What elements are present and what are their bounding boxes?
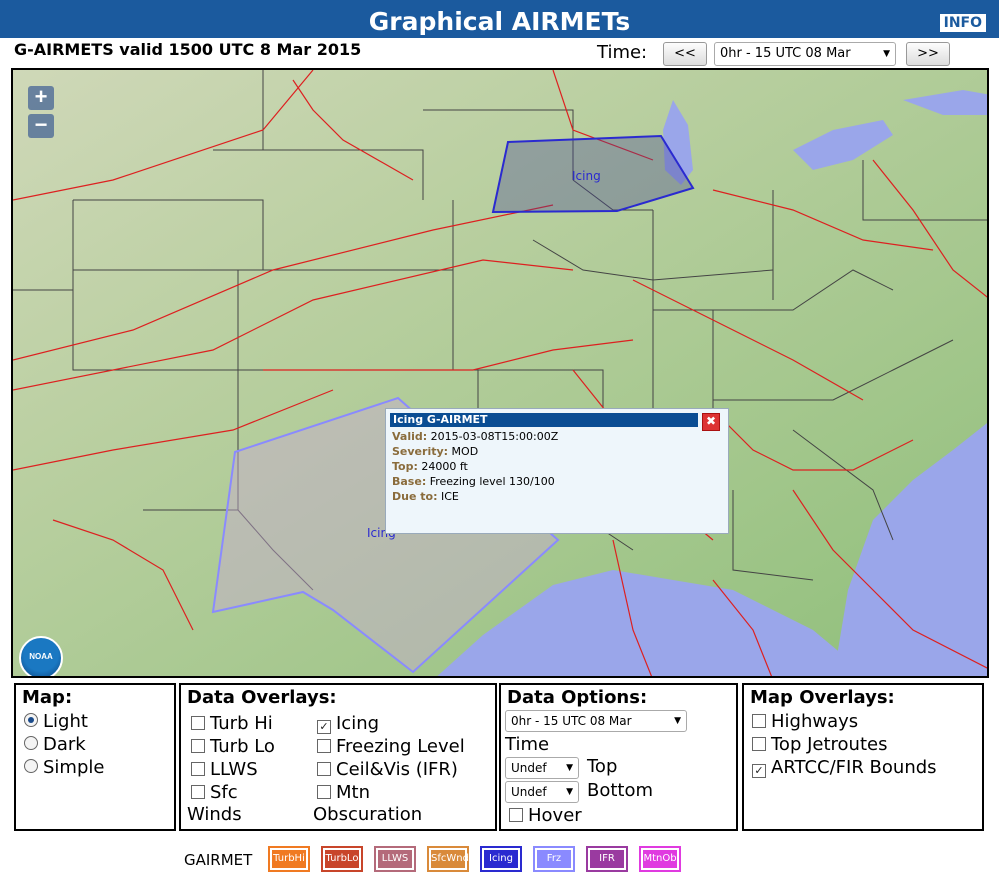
legend-item-ifr[interactable]: IFR (586, 846, 628, 872)
data-time-label: Time (505, 734, 550, 755)
legend-item-label: TurbHi (272, 850, 306, 868)
chevron-down-icon: ▼ (883, 49, 890, 59)
radio-icon[interactable] (24, 759, 38, 773)
checkbox-icon[interactable] (191, 785, 205, 799)
chevron-down-icon: ▼ (566, 763, 573, 773)
legend-item-turbhi[interactable]: TurbHi (268, 846, 310, 872)
map-panel-title: Map: (22, 687, 73, 708)
data-overlays-panel: Data Overlays: Turb Hi Turb Lo LLWS Sfc … (179, 683, 497, 831)
top-select[interactable]: Undef ▼ (505, 757, 579, 779)
noaa-logo-text: NOAA (29, 652, 53, 661)
legend-item-icing[interactable]: Icing (480, 846, 522, 872)
map-canvas[interactable]: Icing Icing (13, 70, 989, 678)
legend-item-sfcwnd[interactable]: SfcWnd (427, 846, 469, 872)
popup-row-valid: Valid: 2015-03-08T15:00:00Z (392, 430, 559, 443)
overlay-mtn-obscuration[interactable]: Mtn (317, 782, 370, 803)
time-select[interactable]: 0hr - 15 UTC 08 Mar ▼ (714, 42, 896, 66)
legend-item-label: Icing (484, 850, 518, 868)
overlay-sfc-winds-line2: Winds (187, 804, 242, 825)
checkbox-checked-icon[interactable]: ✓ (752, 764, 766, 778)
overlay-freezing-level[interactable]: Freezing Level (317, 736, 465, 757)
legend-label: GAIRMET (184, 851, 253, 869)
time-label: Time: (597, 42, 648, 63)
map-panel: Map: Light Dark Simple (14, 683, 176, 831)
page-title: Graphical AIRMETs (368, 7, 631, 36)
popup-title: Icing G-AIRMET (390, 413, 698, 427)
legend-item-label: IFR (590, 850, 624, 868)
map-overlays-title: Map Overlays: (750, 687, 895, 708)
popup-row-due-to: Due to: ICE (392, 490, 459, 503)
map-overlay-jetroutes[interactable]: Top Jetroutes (752, 734, 887, 755)
checkbox-icon[interactable] (317, 762, 331, 776)
map-view[interactable]: Icing Icing + − NOAA Icing G-AIRMET ✖ Va… (11, 68, 989, 678)
map-overlays-panel: Map Overlays: Highways Top Jetroutes ✓ AR… (742, 683, 984, 831)
legend-item-mtnob[interactable]: MtnOb (639, 846, 681, 872)
prev-time-button[interactable]: << (663, 42, 707, 66)
bottom-label: Bottom (587, 780, 654, 801)
map-option-simple[interactable]: Simple (24, 757, 104, 778)
checkbox-icon[interactable] (317, 739, 331, 753)
map-overlay-artcc[interactable]: ✓ ARTCC/FIR Bounds (752, 757, 937, 778)
airmet-popup: Icing G-AIRMET ✖ Valid: 2015-03-08T15:00… (385, 408, 729, 534)
data-options-panel: Data Options: 0hr - 15 UTC 08 Mar ▼ Time … (499, 683, 738, 831)
overlay-ceil-vis[interactable]: Ceil&Vis (IFR) (317, 759, 458, 780)
radio-icon[interactable] (24, 736, 38, 750)
info-button[interactable]: INFO (938, 13, 987, 33)
radio-selected-icon[interactable] (24, 713, 38, 727)
data-overlays-title: Data Overlays: (187, 687, 337, 708)
chevron-down-icon: ▼ (674, 716, 681, 726)
valid-time-text: G-AIRMETS valid 1500 UTC 8 Mar 2015 (14, 40, 362, 59)
overlay-sfc-winds[interactable]: Sfc (191, 782, 238, 803)
legend-item-label: LLWS (378, 850, 412, 868)
icing-area-north-label: Icing (572, 169, 601, 183)
popup-details: Valid: 2015-03-08T15:00:00Z Severity: MO… (392, 429, 558, 504)
hover-option[interactable]: Hover (509, 805, 582, 826)
checkbox-icon[interactable] (752, 737, 766, 751)
legend-item-label: Frz (537, 850, 571, 868)
overlay-mtn-obscuration-line2: Obscuration (313, 804, 423, 825)
popup-row-severity: Severity: MOD (392, 445, 479, 458)
checkbox-checked-icon[interactable]: ✓ (317, 720, 331, 734)
popup-row-top: Top: 24000 ft (392, 460, 468, 473)
map-option-light[interactable]: Light (24, 711, 88, 732)
next-time-button[interactable]: >> (906, 42, 950, 66)
chevron-down-icon: ▼ (566, 787, 573, 797)
legend-item-frz[interactable]: Frz (533, 846, 575, 872)
checkbox-icon[interactable] (317, 785, 331, 799)
data-time-select[interactable]: 0hr - 15 UTC 08 Mar ▼ (505, 710, 687, 732)
map-overlay-highways[interactable]: Highways (752, 711, 858, 732)
noaa-logo: NOAA (19, 636, 63, 676)
time-select-value: 0hr - 15 UTC 08 Mar (720, 46, 851, 61)
top-label: Top (587, 756, 618, 777)
close-icon[interactable]: ✖ (702, 413, 720, 431)
legend-item-label: SfcWnd (431, 850, 469, 868)
checkbox-icon[interactable] (191, 762, 205, 776)
title-bar: Graphical AIRMETs INFO (0, 0, 999, 38)
overlay-turb-hi[interactable]: Turb Hi (191, 713, 273, 734)
overlay-turb-lo[interactable]: Turb Lo (191, 736, 275, 757)
checkbox-icon[interactable] (509, 808, 523, 822)
zoom-in-button[interactable]: + (28, 86, 54, 110)
checkbox-icon[interactable] (191, 739, 205, 753)
checkbox-icon[interactable] (752, 714, 766, 728)
map-option-dark[interactable]: Dark (24, 734, 86, 755)
zoom-out-button[interactable]: − (28, 114, 54, 138)
overlay-icing[interactable]: ✓ Icing (317, 713, 379, 734)
legend-item-label: TurbLo (325, 850, 359, 868)
overlay-llws[interactable]: LLWS (191, 759, 258, 780)
data-options-title: Data Options: (507, 687, 648, 708)
legend-item-label: MtnOb (643, 850, 677, 868)
checkbox-icon[interactable] (191, 716, 205, 730)
bottom-select[interactable]: Undef ▼ (505, 781, 579, 803)
popup-row-base: Base: Freezing level 130/100 (392, 475, 555, 488)
legend-item-turblo[interactable]: TurbLo (321, 846, 363, 872)
legend-item-llws[interactable]: LLWS (374, 846, 416, 872)
